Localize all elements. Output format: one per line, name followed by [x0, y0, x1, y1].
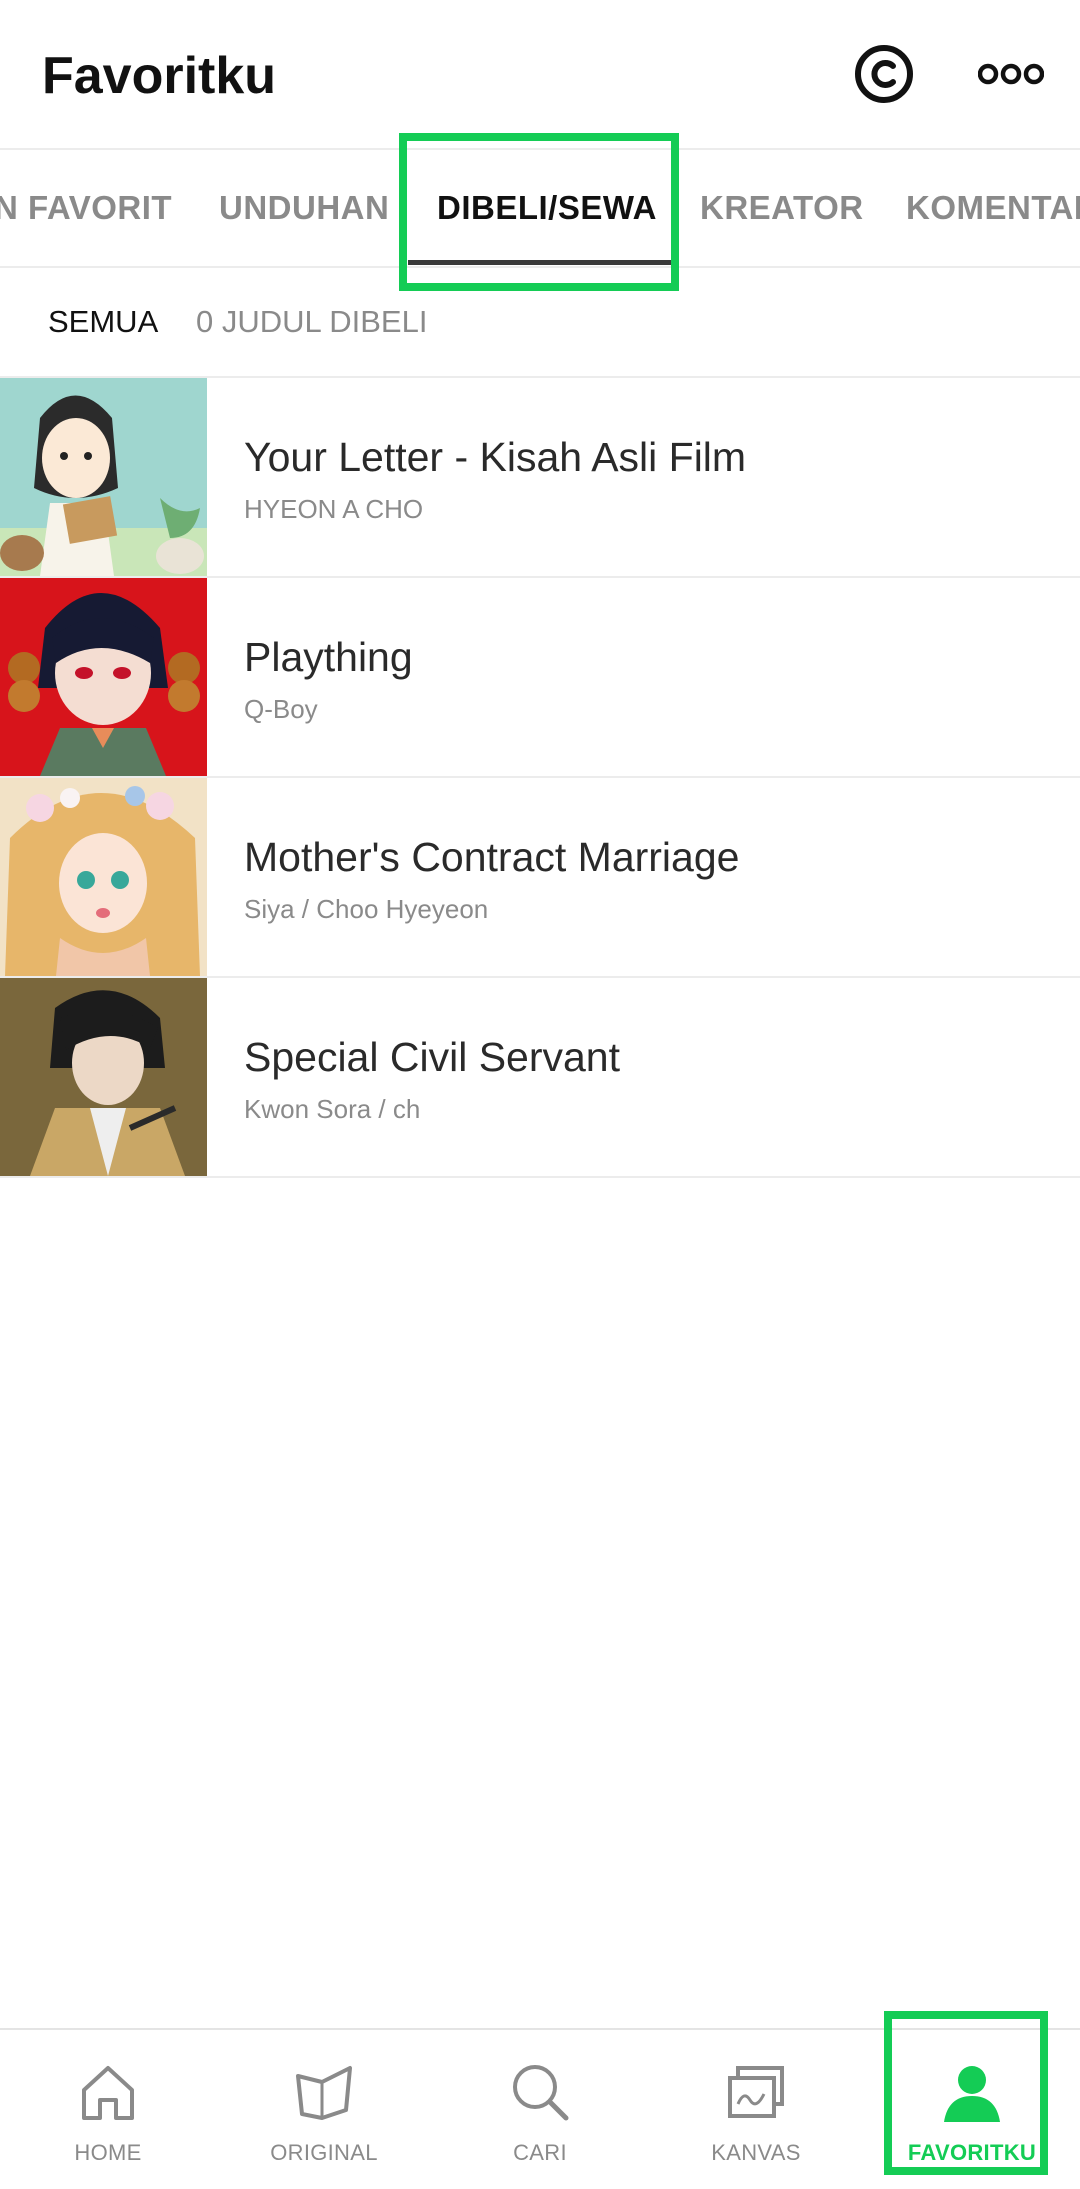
list-item[interactable]: Your Letter - Kisah Asli Film HYEON A CH…: [0, 378, 1080, 578]
series-thumbnail: [0, 378, 207, 576]
tab-bar: N FAVORIT UNDUHAN DIBELI/SEWA KREATOR KO…: [0, 150, 1080, 268]
tab-unduhan[interactable]: UNDUHAN: [219, 150, 389, 266]
series-author: Siya / Choo Hyeyeon: [244, 894, 489, 924]
home-icon: [82, 2066, 134, 2120]
nav-label-favoritku: FAVORITKU: [907, 2140, 1037, 2165]
filter-all-button[interactable]: SEMUA: [48, 268, 158, 376]
series-author: HYEON A CHO: [244, 494, 424, 524]
tab-favorit[interactable]: N FAVORIT: [0, 150, 172, 266]
copyright-coin-icon[interactable]: [854, 44, 914, 104]
nav-label-cari: CARI: [513, 2140, 567, 2165]
purchased-list: Your Letter - Kisah Asli Film HYEON A CH…: [0, 378, 1080, 1178]
nav-label-kanvas: KANVAS: [711, 2140, 801, 2165]
tab-komentar[interactable]: KOMENTAR: [906, 150, 1080, 266]
canvas-icon: [728, 2066, 784, 2118]
list-item[interactable]: Plaything Q-Boy: [0, 578, 1080, 778]
nav-kanvas[interactable]: KANVAS: [648, 2030, 864, 2189]
series-title: Plaything: [244, 634, 413, 680]
active-tab-indicator: [408, 260, 672, 265]
filter-row: SEMUA 0 JUDUL DIBELI: [0, 268, 1080, 378]
original-book-icon: [296, 2066, 352, 2120]
series-thumbnail: [0, 578, 207, 776]
series-thumbnail: [0, 778, 207, 976]
series-title: Your Letter - Kisah Asli Film: [244, 434, 747, 480]
search-icon: [513, 2065, 569, 2121]
app-header: Favoritku: [0, 0, 1080, 150]
series-title: Special Civil Servant: [244, 1034, 620, 1080]
page-title: Favoritku: [42, 47, 277, 105]
list-item[interactable]: Mother's Contract Marriage Siya / Choo H…: [0, 778, 1080, 978]
nav-original[interactable]: ORIGINAL: [216, 2030, 432, 2189]
list-item[interactable]: Special Civil Servant Kwon Sora / ch: [0, 978, 1080, 1178]
tab-dibeli-sewa[interactable]: DIBELI/SEWA: [437, 150, 657, 266]
series-author: Kwon Sora / ch: [244, 1094, 421, 1124]
nav-label-home: HOME: [74, 2140, 142, 2165]
series-author: Q-Boy: [244, 694, 318, 724]
profile-icon: [944, 2066, 1000, 2122]
series-thumbnail: [0, 978, 207, 1176]
more-options-icon[interactable]: [978, 60, 1044, 88]
tab-kreator[interactable]: KREATOR: [700, 150, 864, 266]
series-title: Mother's Contract Marriage: [244, 834, 740, 880]
nav-label-original: ORIGINAL: [270, 2140, 378, 2165]
nav-home[interactable]: HOME: [0, 2030, 216, 2189]
nav-favoritku[interactable]: FAVORITKU: [864, 2030, 1080, 2189]
purchased-count-label: 0 JUDUL DIBELI: [196, 304, 428, 339]
nav-cari[interactable]: CARI: [432, 2030, 648, 2189]
bottom-navigation: HOME ORIGINAL CARI KANVAS FAVORITKU: [0, 2028, 1080, 2189]
